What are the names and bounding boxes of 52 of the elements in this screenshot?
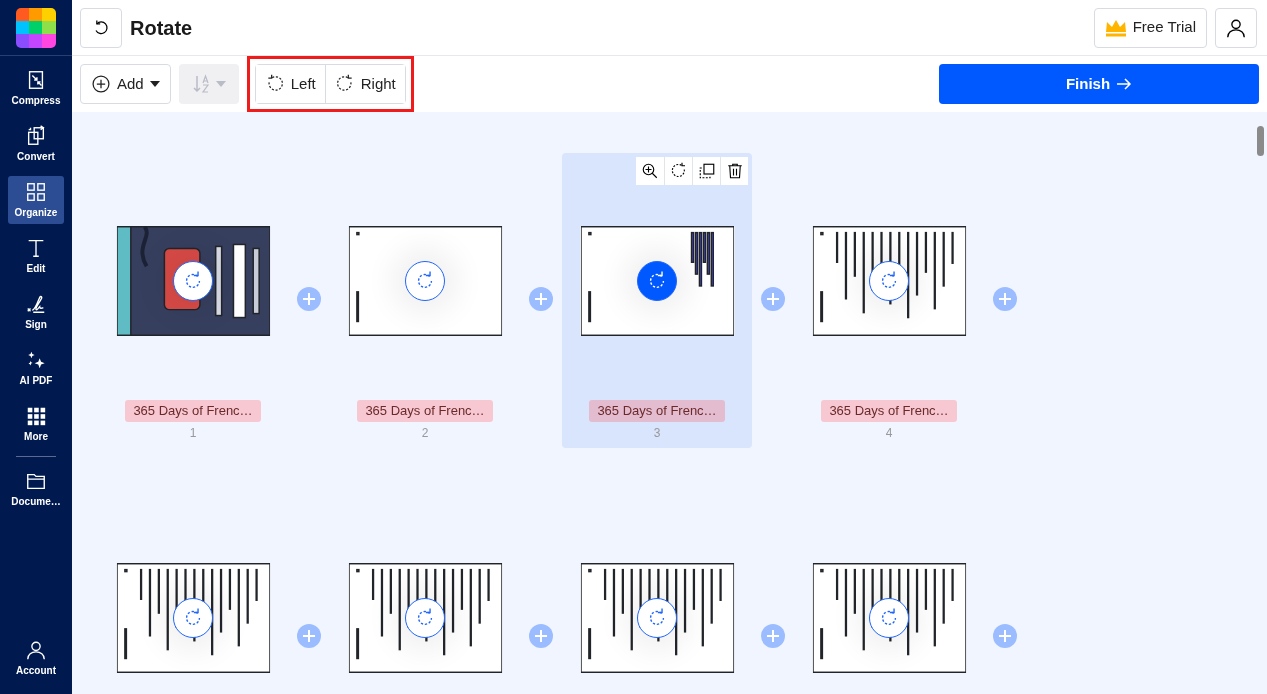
sidebar-item[interactable]: Organize bbox=[8, 176, 64, 224]
page-filename: 365 Days of Frenc… bbox=[589, 400, 725, 422]
delete-button[interactable] bbox=[720, 157, 748, 185]
caret-icon bbox=[149, 80, 160, 88]
page-filename: 365 Days of Frenc… bbox=[821, 400, 957, 422]
page-number: 3 bbox=[653, 424, 661, 442]
page-card[interactable]: 365 Days of Frenc… 2 bbox=[330, 153, 520, 448]
arrow-right-icon bbox=[1116, 77, 1133, 91]
add-button[interactable]: Add bbox=[80, 64, 171, 104]
rotate-right-icon bbox=[334, 74, 355, 94]
sidebar-item[interactable]: Docume… bbox=[8, 465, 64, 513]
convert-icon bbox=[25, 124, 47, 147]
sidebar-item[interactable]: AI PDF bbox=[8, 344, 64, 392]
duplicate-icon bbox=[697, 162, 716, 180]
sidebar-item[interactable]: Sign bbox=[8, 288, 64, 336]
crown-icon bbox=[1104, 18, 1127, 37]
page-number: 1 bbox=[189, 424, 197, 442]
page-title: Rotate bbox=[130, 15, 193, 41]
finish-button[interactable]: Finish bbox=[939, 64, 1259, 104]
plus-icon bbox=[766, 629, 780, 643]
sidebar-item[interactable]: Convert bbox=[8, 120, 64, 168]
plus-circle-icon bbox=[91, 74, 111, 94]
page-number: 2 bbox=[421, 424, 429, 442]
account-button[interactable]: Account bbox=[8, 634, 64, 682]
plus-icon bbox=[534, 629, 548, 643]
sidebar-item[interactable]: More bbox=[8, 400, 64, 448]
page-filename: 365 Days of Frenc… bbox=[357, 400, 493, 422]
account-button[interactable] bbox=[1215, 7, 1257, 48]
plus-icon bbox=[998, 629, 1012, 643]
page-card[interactable]: 365 Days of Frenc… 3 bbox=[562, 153, 752, 448]
free-trial-button[interactable]: Free Trial bbox=[1093, 7, 1207, 48]
sidebar-item[interactable]: Edit bbox=[8, 232, 64, 280]
page-card[interactable]: 365 Days of Frenc… 4 bbox=[794, 153, 984, 448]
plus-icon bbox=[998, 292, 1012, 306]
zoom-in-icon bbox=[641, 162, 659, 180]
scrollbar-thumb[interactable] bbox=[1256, 126, 1264, 156]
plus-icon bbox=[302, 629, 316, 643]
plus-icon bbox=[766, 292, 780, 306]
page-card[interactable]: 365 Days of Frenc… 1 bbox=[98, 153, 288, 448]
sort-icon bbox=[191, 74, 210, 94]
page-filename: 365 Days of Frenc… bbox=[125, 400, 261, 422]
app-logo-icon bbox=[16, 7, 56, 48]
undo-button[interactable] bbox=[80, 7, 122, 48]
plus-icon bbox=[302, 292, 316, 306]
trash-icon bbox=[725, 162, 744, 180]
grid-icon bbox=[25, 180, 47, 203]
caret-icon bbox=[215, 80, 226, 88]
sidebar-item[interactable]: Compress bbox=[8, 64, 64, 112]
rotate-right-icon bbox=[669, 162, 688, 180]
page-number: 4 bbox=[885, 424, 893, 442]
plus-icon bbox=[534, 292, 548, 306]
rotate-right-button[interactable]: Right bbox=[324, 65, 405, 103]
